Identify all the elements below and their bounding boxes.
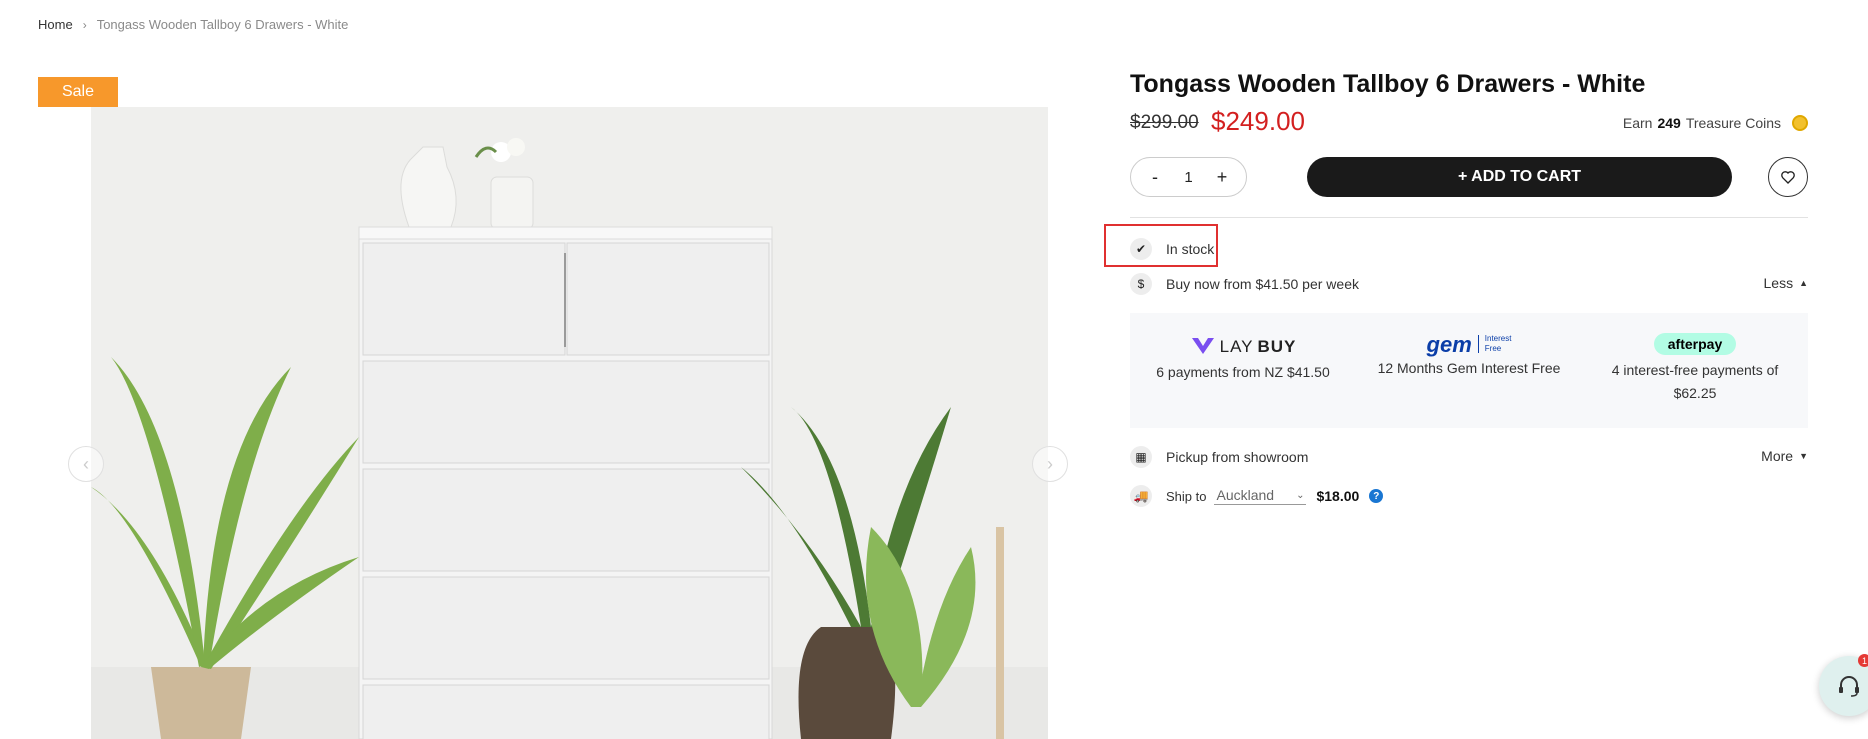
afterpay-logo: afterpay [1653, 333, 1737, 355]
divider [1130, 217, 1808, 218]
coins-prefix: Earn [1622, 115, 1653, 131]
quantity-stepper: - 1 + [1130, 157, 1247, 197]
afterpay-text-line2: $62.25 [1673, 385, 1717, 401]
toggle-less-label: Less [1763, 275, 1794, 291]
pickup-row: ▦ Pickup from showroom [1130, 446, 1308, 468]
gem-option[interactable]: gem Interest Free 12 Months Gem Interest… [1356, 313, 1582, 428]
gem-logo-small-line2: Free [1484, 344, 1502, 353]
checkmark-icon: ✔ [1130, 238, 1152, 260]
gallery-prev-arrow[interactable]: ‹ [68, 446, 104, 482]
caret-up-icon: ▲ [1799, 278, 1808, 288]
gem-logo: gem Interest Free [1427, 331, 1512, 357]
sale-badge: Sale [38, 77, 118, 107]
gem-logo-text: gem [1426, 331, 1472, 357]
ship-location-value: Auckland [1216, 487, 1275, 503]
headset-icon [1839, 676, 1859, 697]
notification-badge: 1 [1858, 654, 1868, 667]
stock-status: ✔ In stock [1130, 238, 1214, 260]
dollar-icon: $ [1130, 273, 1152, 295]
help-icon[interactable]: ? [1369, 489, 1384, 503]
breadcrumb-separator: › [82, 17, 87, 32]
breadcrumb: Home › Tongass Wooden Tallboy 6 Drawers … [38, 17, 348, 32]
coins-amount: 249 [1657, 115, 1681, 131]
gem-text: 12 Months Gem Interest Free [1377, 360, 1561, 376]
pickup-more-toggle[interactable]: More ▼ [1761, 448, 1808, 464]
gem-logo-divider [1477, 335, 1479, 353]
breadcrumb-home-link[interactable]: Home [38, 17, 73, 32]
chevron-down-icon: ⌄ [1296, 489, 1305, 501]
add-to-cart-button[interactable]: + ADD TO CART [1307, 157, 1732, 197]
truck-icon: 🚚 [1130, 485, 1152, 507]
gem-logo-small: Interest Free [1485, 334, 1512, 354]
quantity-value[interactable]: 1 [1184, 169, 1192, 186]
gem-logo-small-line1: Interest [1484, 334, 1512, 343]
product-image[interactable] [91, 107, 1048, 739]
caret-down-icon: ▼ [1799, 451, 1808, 461]
pickup-label: Pickup from showroom [1166, 449, 1309, 465]
stock-label: In stock [1166, 241, 1215, 257]
payment-options-panel: LAY BUY 6 payments from NZ $41.50 gem Int… [1130, 313, 1808, 428]
treasure-coins: Earn 249 Treasure Coins [1623, 115, 1808, 131]
heart-icon [1781, 171, 1795, 184]
laybuy-heart-icon [1191, 338, 1214, 354]
store-icon: ▦ [1130, 446, 1152, 468]
sale-price: $249.00 [1211, 106, 1305, 136]
toggle-more-label: More [1761, 448, 1794, 464]
coins-suffix: Treasure Coins [1685, 115, 1781, 131]
coin-icon [1792, 115, 1808, 131]
laybuy-logo-bold: BUY [1257, 336, 1297, 356]
shipping-price: $18.00 [1316, 488, 1360, 504]
laybuy-text: 6 payments from NZ $41.50 [1156, 364, 1330, 380]
buy-now-row: $ Buy now from $41.50 per week [1130, 273, 1359, 295]
buy-now-text: Buy now from $41.50 per week [1166, 276, 1359, 292]
quantity-increase-button[interactable]: + [1212, 167, 1232, 188]
afterpay-text-line1: 4 interest-free payments of [1611, 362, 1779, 378]
laybuy-option[interactable]: LAY BUY 6 payments from NZ $41.50 [1130, 313, 1356, 428]
laybuy-logo: LAY BUY [1190, 331, 1297, 361]
product-title: Tongass Wooden Tallboy 6 Drawers - White [1130, 70, 1646, 98]
shipping-row: 🚚 Ship to Auckland ⌄ $18.00 ? [1130, 485, 1384, 507]
breadcrumb-current: Tongass Wooden Tallboy 6 Drawers - White [96, 17, 349, 32]
payment-less-toggle[interactable]: Less ▲ [1764, 275, 1809, 291]
laybuy-logo-light: LAY [1219, 336, 1254, 356]
old-price: $299.00 [1130, 112, 1199, 133]
quantity-decrease-button[interactable]: - [1145, 167, 1165, 188]
wishlist-button[interactable] [1768, 157, 1808, 197]
gallery-next-arrow[interactable]: › [1032, 446, 1068, 482]
product-photo [91, 107, 1048, 739]
afterpay-option[interactable]: afterpay 4 interest-free payments of $62… [1582, 313, 1808, 428]
customer-support-button[interactable]: 1 [1819, 654, 1868, 716]
ship-to-label: Ship to [1166, 488, 1207, 504]
ship-location-select[interactable]: Auckland ⌄ [1214, 487, 1307, 505]
